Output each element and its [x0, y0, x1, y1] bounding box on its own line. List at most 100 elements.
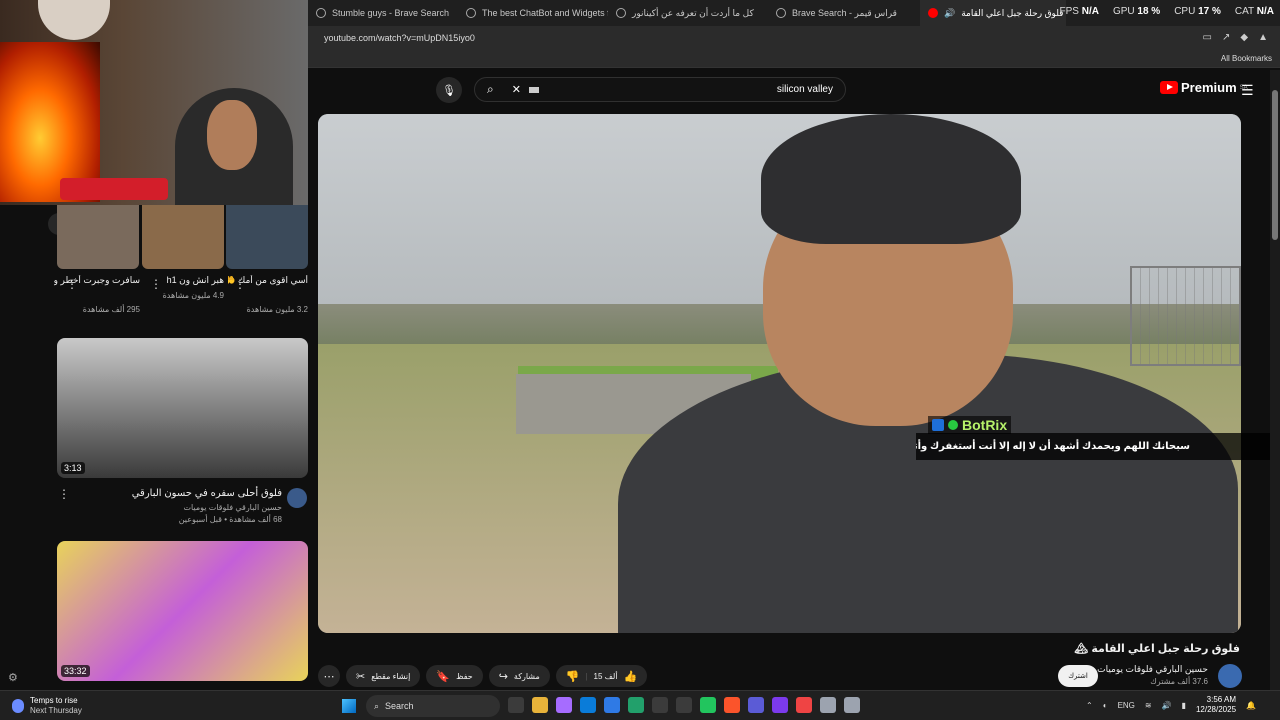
- vlogger-cap: [761, 114, 1021, 244]
- webcam-overlay: [0, 0, 308, 205]
- share-icon[interactable]: ↗: [1222, 32, 1230, 43]
- network-icon[interactable]: ◐: [1103, 701, 1108, 710]
- more-icon[interactable]: ⋮: [66, 277, 78, 291]
- rewards-icon[interactable]: ▲: [1258, 32, 1268, 43]
- video-channel-0[interactable]: حسين البارقي فلوقات يوميات: [183, 503, 282, 512]
- scrollbar-thumb[interactable]: [1272, 90, 1278, 240]
- thumbs-down-icon[interactable]: 👎: [566, 670, 580, 683]
- short-thumb-1[interactable]: [142, 205, 224, 269]
- channel-avatar[interactable]: [1218, 664, 1242, 688]
- video-thumb-0[interactable]: 3:13: [57, 338, 308, 478]
- address-bar[interactable]: youtube.com/watch?v=mUpDN15iyo0 ▭ ↗ ◆ ▲: [308, 26, 1280, 50]
- channel-avatar[interactable]: [287, 488, 307, 508]
- brave-shield-icon[interactable]: ◆: [1240, 32, 1248, 43]
- short-views-2: 3.2 مليون مشاهدة: [246, 305, 308, 314]
- bookmark-icon: 🔖: [436, 670, 451, 683]
- tab-4-active[interactable]: 🔊فلوق رحلة جبل اعلي القامة✕: [920, 0, 1066, 26]
- taskbar-app-icon[interactable]: [772, 697, 788, 713]
- thermometer-icon: [12, 699, 24, 713]
- more-actions-button[interactable]: ⋯: [318, 665, 340, 687]
- related-sidebar: ‹ سافرت وجبرت أخطر ولاية ... 295 ألف مشا…: [0, 205, 308, 690]
- thumbs-up-icon[interactable]: 👍: [624, 670, 638, 683]
- channel-name[interactable]: حسين البارقي فلوقات يوميات: [1097, 664, 1208, 675]
- screen: Stumble guys - Brave Search The best Cha…: [0, 0, 1280, 720]
- brave-icon: [776, 8, 786, 18]
- short-thumb-2[interactable]: [226, 205, 308, 269]
- taskbar-app-icon[interactable]: [820, 697, 836, 713]
- url-text[interactable]: youtube.com/watch?v=mUpDN15iyo0: [324, 33, 475, 43]
- perf-stats: FPS N/A GPU 18 % CPU 17 % CAT N/A: [1059, 6, 1274, 17]
- volume-icon[interactable]: 🔊: [1162, 701, 1172, 710]
- search-value[interactable]: silicon valley: [547, 84, 833, 95]
- taskbar-search[interactable]: ⌕ Search: [366, 695, 500, 717]
- taskbar-app-icon[interactable]: [748, 697, 764, 713]
- voice-search-button[interactable]: 🎙: [436, 77, 462, 103]
- search-input[interactable]: ⌕ ✕ silicon valley: [474, 77, 846, 102]
- clock[interactable]: 3:56 AM 12/28/2025: [1196, 695, 1236, 715]
- arch-decor: [38, 0, 110, 40]
- settings-icon[interactable]: ⚙: [8, 671, 18, 684]
- taskbar-app-icon[interactable]: [508, 697, 524, 713]
- taskbar-app-icon[interactable]: [652, 697, 668, 713]
- video-title-0[interactable]: فلوق أحلى سفره في حسون البارقي: [132, 488, 282, 499]
- more-icon[interactable]: ⋮: [234, 277, 246, 291]
- subscriber-count: 37.6 ألف مشترك: [1150, 677, 1208, 686]
- taskbar-app-icon[interactable]: [628, 697, 644, 713]
- bot-badge-icon: [932, 419, 944, 431]
- tab-1[interactable]: The best ChatBot and Widgets for K: [458, 0, 608, 26]
- taskbar-app-icon[interactable]: [580, 697, 596, 713]
- search-icon[interactable]: ⌕: [487, 82, 494, 97]
- chat-message: سبحانك اللهم وبحمدك أشهد أن لا إله إلا أ…: [916, 433, 1280, 460]
- save-button[interactable]: 🔖 حفظ: [426, 665, 483, 687]
- taskbar-app-icon[interactable]: [796, 697, 812, 713]
- weather-widget[interactable]: Temps to rise Next Thursday: [12, 696, 82, 716]
- tab-3[interactable]: Brave Search - قراس قيمر: [768, 0, 920, 26]
- windows-start-icon[interactable]: [342, 699, 356, 713]
- youtube-icon: [928, 8, 938, 18]
- all-bookmarks[interactable]: All Bookmarks: [1221, 54, 1272, 63]
- taskbar-app-icon[interactable]: [604, 697, 620, 713]
- weather-line1: Temps to rise: [30, 696, 78, 705]
- battery-icon[interactable]: ▮: [1182, 701, 1186, 710]
- clear-icon[interactable]: ✕: [512, 83, 521, 96]
- taskbar-app-icon[interactable]: [724, 697, 740, 713]
- screen-icon[interactable]: ▭: [1203, 32, 1212, 43]
- clip-button[interactable]: ✂ إنشاء مقطع: [346, 665, 421, 687]
- chat-user: BotRix: [928, 416, 1012, 434]
- stat-gpu: GPU 18 %: [1112, 6, 1161, 17]
- notification-icon[interactable]: 🔔: [1246, 701, 1256, 710]
- subscribe-button[interactable]: اشترك: [1058, 665, 1098, 687]
- duration-badge: 3:13: [61, 462, 85, 474]
- stat-fps: FPS N/A: [1059, 6, 1099, 17]
- tab-0[interactable]: Stumble guys - Brave Search: [308, 0, 458, 26]
- keyboard-icon[interactable]: [528, 86, 539, 93]
- hamburger-menu-icon[interactable]: ☰: [1241, 82, 1254, 99]
- video-thumb-1[interactable]: 33:32: [57, 541, 308, 681]
- tab-2[interactable]: كل ما أردت أن تعرفه عن أكينانور: [608, 0, 768, 26]
- taskbar-app-icon[interactable]: [844, 697, 860, 713]
- verified-badge-icon: [948, 420, 958, 430]
- youtube-premium-logo[interactable]: Premium SA: [1160, 80, 1248, 95]
- page-scrollbar[interactable]: [1270, 70, 1280, 690]
- more-icon[interactable]: ⋮: [58, 487, 70, 501]
- chevron-up-icon[interactable]: ⌃: [1086, 701, 1093, 710]
- taskbar-app-icon[interactable]: [556, 697, 572, 713]
- taskbar-app-icon[interactable]: [532, 697, 548, 713]
- search-icon: ⌕: [374, 700, 380, 711]
- weather-line2: Next Thursday: [30, 706, 82, 715]
- short-thumb-0[interactable]: [57, 205, 139, 269]
- language-indicator[interactable]: ENG: [1118, 701, 1135, 710]
- video-player[interactable]: [318, 114, 1241, 633]
- wifi-icon[interactable]: ≋: [1145, 701, 1152, 710]
- more-icon[interactable]: ⋮: [150, 277, 162, 291]
- youtube-icon: [1160, 81, 1178, 94]
- stat-cat: CAT N/A: [1234, 6, 1274, 17]
- short-views-1: 4.9 مليون مشاهدة: [162, 291, 224, 300]
- streamer-face: [207, 100, 257, 170]
- short-views-0: 295 ألف مشاهدة: [82, 305, 140, 314]
- share-button[interactable]: ↪ مشاركة: [488, 665, 550, 687]
- taskbar-app-icon[interactable]: [676, 697, 692, 713]
- share-icon: ↪: [498, 670, 508, 683]
- taskbar-app-icon[interactable]: [700, 697, 716, 713]
- like-dislike-button[interactable]: 👎 | 15 ألف 👍: [555, 665, 648, 687]
